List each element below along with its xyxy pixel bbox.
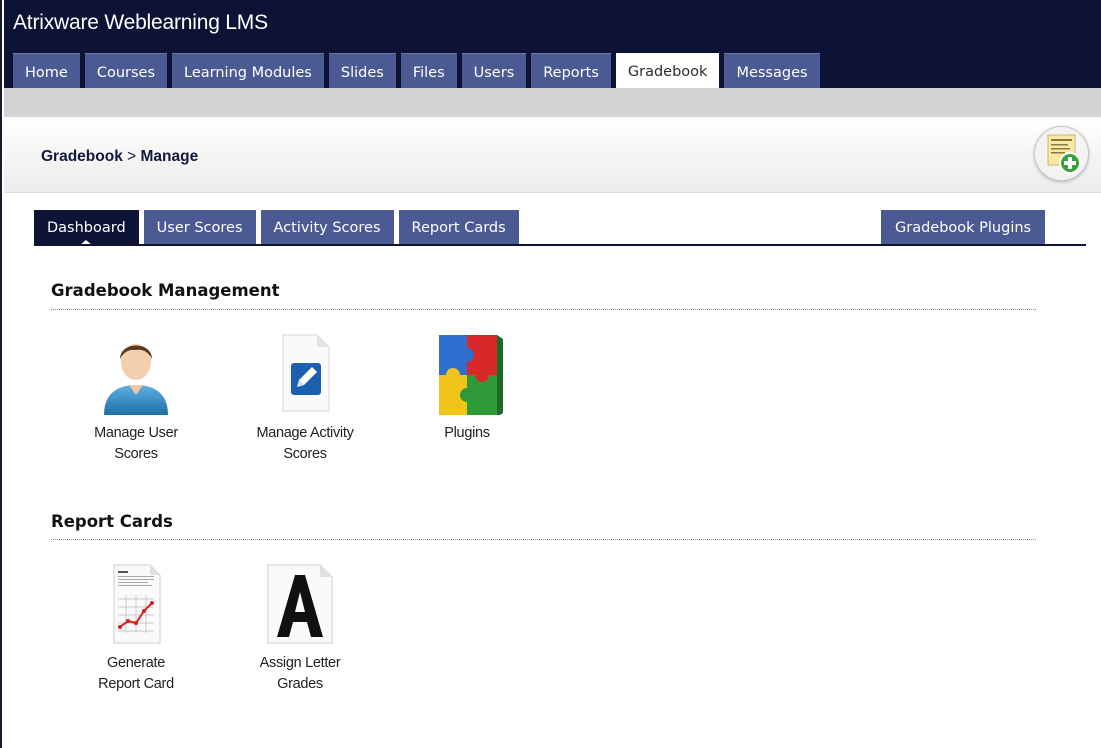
breadcrumb-current: Manage (140, 148, 199, 165)
document-edit-icon (282, 334, 330, 412)
breadcrumb-separator: > (127, 148, 137, 165)
tab-user-scores[interactable]: User Scores (143, 210, 256, 245)
nav-tab-files[interactable]: Files (400, 53, 457, 88)
nav-tab-users[interactable]: Users (461, 53, 527, 88)
app-title: Atrixware Weblearning LMS (13, 11, 268, 34)
tile-label-line1: Manage User (94, 425, 178, 441)
plugins-tile[interactable]: Plugins (399, 333, 535, 444)
main-nav: Home Courses Learning Modules Slides Fil… (13, 53, 825, 88)
add-note-icon (1047, 134, 1081, 174)
breadcrumb: Gradebook > Manage (41, 148, 198, 166)
tile-label-line2: Grades (277, 676, 323, 692)
tab-activity-scores[interactable]: Activity Scores (260, 210, 394, 245)
nav-tab-reports[interactable]: Reports (531, 53, 611, 88)
puzzle-icon (439, 335, 503, 415)
nav-tab-slides[interactable]: Slides (328, 53, 396, 88)
tab-report-cards[interactable]: Report Cards (398, 210, 519, 245)
tab-dashboard[interactable]: Dashboard (34, 210, 139, 245)
user-icon (104, 344, 168, 415)
add-note-button[interactable] (1034, 126, 1089, 181)
app-header: Atrixware Weblearning LMS Home Courses L… (4, 0, 1101, 88)
tab-gradebook-plugins[interactable]: Gradebook Plugins (881, 210, 1046, 245)
page-header: Gradebook > Manage (4, 117, 1101, 193)
section-divider (51, 539, 1036, 540)
generate-report-card-tile[interactable]: Generate Report Card (68, 563, 204, 695)
tile-label-line2: Scores (283, 446, 327, 462)
sub-nav-bar (4, 88, 1101, 117)
nav-tab-home[interactable]: Home (13, 53, 80, 88)
manage-activity-scores-tile[interactable]: Manage Activity Scores (237, 333, 373, 465)
report-chart-icon (113, 564, 161, 644)
breadcrumb-parent[interactable]: Gradebook (41, 148, 123, 165)
section-title-management: Gradebook Management (51, 281, 280, 300)
assign-letter-grades-tile[interactable]: Assign Letter Grades (232, 563, 368, 695)
gradebook-tabs: Dashboard User Scores Activity Scores Re… (34, 210, 524, 245)
letter-a-icon (267, 564, 333, 644)
manage-user-scores-tile[interactable]: Manage User Scores (68, 333, 204, 465)
tab-underline (34, 244, 1086, 246)
section-divider (51, 309, 1036, 310)
tile-label-line1: Assign Letter (259, 655, 341, 671)
tile-label-line2: Scores (114, 446, 158, 462)
nav-tab-learning-modules[interactable]: Learning Modules (172, 53, 324, 88)
tile-label-line2: Report Card (98, 676, 174, 692)
page-frame: Atrixware Weblearning LMS Home Courses L… (0, 0, 1101, 748)
tile-label-line1: Plugins (444, 425, 490, 441)
tile-label-line1: Generate (106, 655, 166, 671)
tile-label-line1: Manage Activity (256, 425, 354, 441)
nav-tab-messages[interactable]: Messages (724, 53, 820, 88)
nav-tab-courses[interactable]: Courses (84, 53, 168, 88)
nav-tab-gradebook[interactable]: Gradebook (615, 53, 720, 88)
section-title-report-cards: Report Cards (51, 512, 173, 531)
